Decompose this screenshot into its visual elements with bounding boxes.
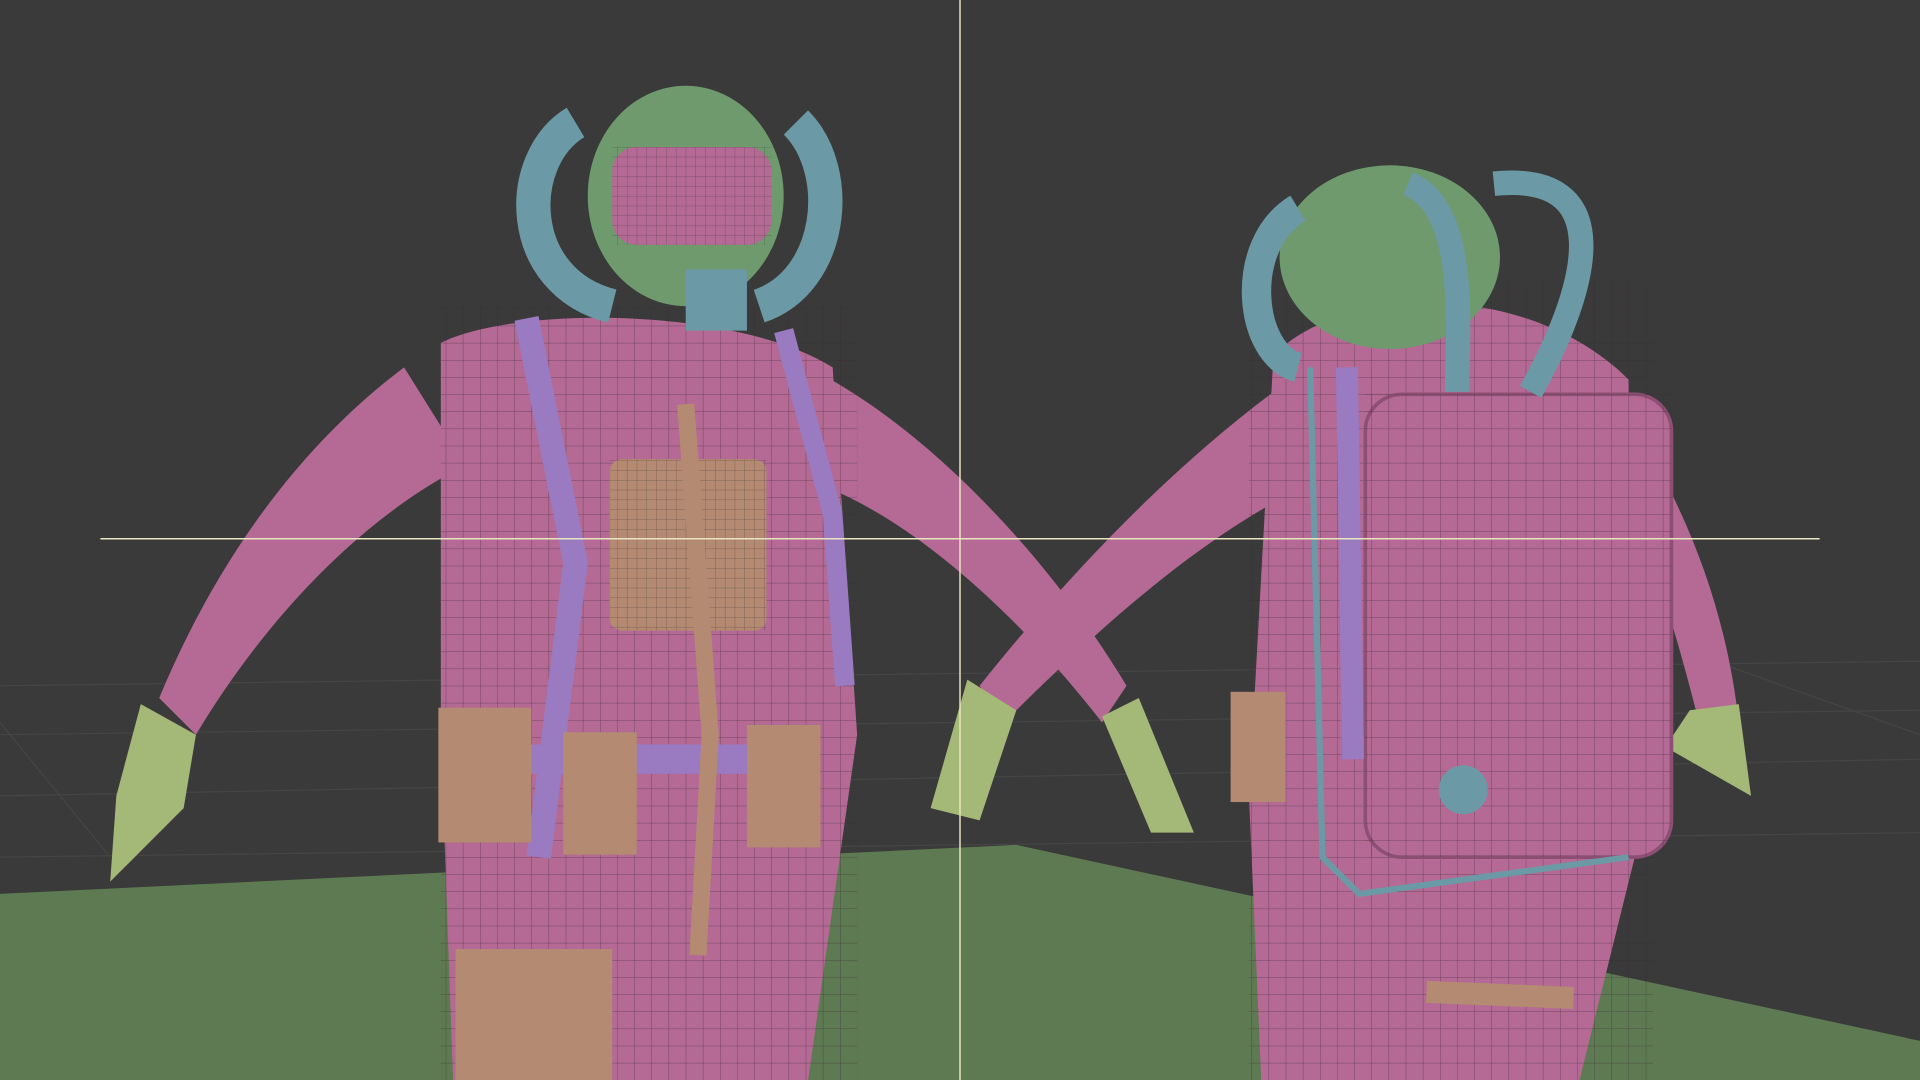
right-glove — [1102, 697, 1194, 833]
strap — [1335, 367, 1365, 760]
pouch — [746, 724, 821, 848]
valve — [1438, 765, 1488, 815]
right-glove — [1665, 704, 1752, 796]
left-arm — [159, 367, 466, 735]
pouch — [563, 732, 637, 855]
viewport-canvas[interactable] — [0, 0, 1920, 1080]
regulator — [685, 269, 747, 331]
pouch — [455, 948, 613, 1080]
thigh-strap — [1426, 980, 1574, 1009]
3d-viewport[interactable] — [0, 0, 1920, 1080]
pouch — [438, 707, 532, 843]
pouch — [1230, 691, 1286, 803]
